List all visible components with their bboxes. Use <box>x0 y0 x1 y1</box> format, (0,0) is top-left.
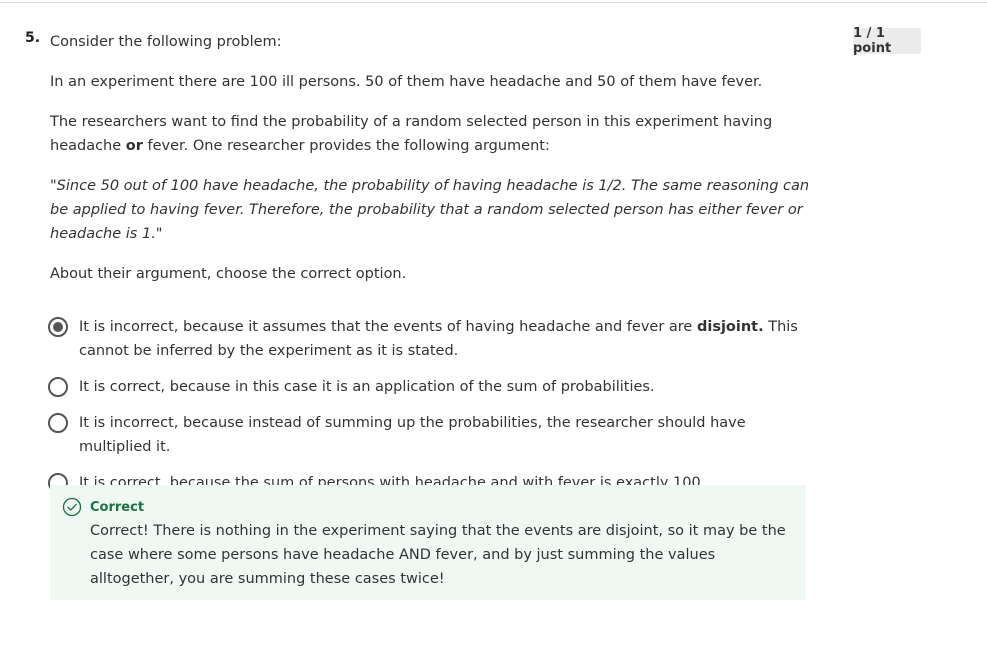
option-1[interactable]: It is incorrect, because it assumes that… <box>48 315 808 363</box>
points-badge: 1 / 1 point <box>853 26 921 56</box>
option-1-label: It is incorrect, because it assumes that… <box>79 315 808 363</box>
answer-options: It is incorrect, because it assumes that… <box>48 315 808 507</box>
question-experiment: In an experiment there are 100 ill perso… <box>50 74 763 90</box>
radio-button[interactable] <box>48 413 68 433</box>
question-number: 5. <box>25 30 41 46</box>
question-intro: Consider the following problem: <box>50 34 282 50</box>
radio-button[interactable] <box>48 377 68 397</box>
option-1-text-1: It is incorrect, because it assumes that… <box>79 319 697 335</box>
feedback-text: Correct! There is nothing in the experim… <box>90 523 786 587</box>
option-3-label: It is incorrect, because instead of summ… <box>79 415 746 455</box>
option-3[interactable]: It is incorrect, because instead of summ… <box>48 411 808 459</box>
question-prompt: About their argument, choose the correct… <box>50 266 407 282</box>
option-2[interactable]: It is correct, because in this case it i… <box>48 375 808 399</box>
question-5: 5. 1 / 1 point Consider the following pr… <box>0 0 987 646</box>
option-2-label: It is correct, because in this case it i… <box>79 379 655 395</box>
option-1-text-bold: disjoint. <box>696 319 764 335</box>
question-body: Consider the following problem: In an ex… <box>50 30 820 286</box>
question-quote: "Since 50 out of 100 have headache, the … <box>50 178 810 242</box>
researchers-text-bold: or <box>125 138 143 154</box>
radio-button-selected[interactable] <box>48 317 68 337</box>
feedback-panel: Correct Correct! There is nothing in the… <box>50 485 806 600</box>
question-researchers: The researchers want to find the probabi… <box>50 110 820 158</box>
feedback-label: Correct <box>90 499 145 515</box>
feedback-header: Correct <box>62 495 792 519</box>
researchers-text-2: fever. One researcher provides the follo… <box>142 138 550 154</box>
check-circle-icon <box>62 497 82 517</box>
